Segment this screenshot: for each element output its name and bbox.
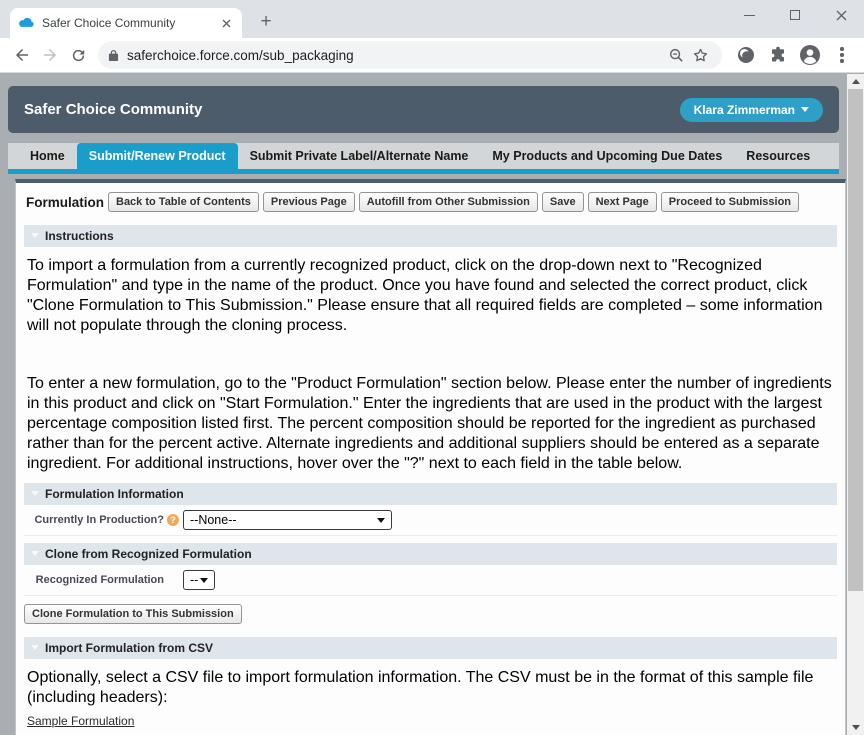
url-text[interactable]: saferchoice.force.com/sub_packaging: [127, 48, 664, 63]
back-to-toc-button[interactable]: Back to Table of Contents: [108, 192, 259, 212]
selected-value: --None--: [190, 513, 237, 527]
forward-icon[interactable]: [36, 41, 64, 69]
zoom-out-icon[interactable]: [664, 43, 688, 67]
close-icon[interactable]: [818, 0, 864, 30]
disclosure-triangle-icon: [31, 551, 39, 556]
window-controls: [726, 0, 864, 30]
disclosure-triangle-icon: [31, 645, 39, 650]
scrollbar-down-icon[interactable]: [847, 720, 864, 735]
instructions-paragraph-1: To import a formulation from a currently…: [27, 257, 823, 334]
user-name: Klara Zimmerman: [693, 102, 795, 117]
help-icon[interactable]: ?: [167, 514, 179, 526]
currently-in-production-row: Currently In Production? ? --None--: [24, 505, 837, 536]
main-nav: Home Submit/Renew Product Submit Private…: [8, 143, 839, 169]
bookmark-star-icon[interactable]: [688, 43, 712, 67]
chevron-down-icon: [377, 517, 385, 523]
browser-tab[interactable]: Safer Choice Community: [10, 8, 242, 38]
autofill-button[interactable]: Autofill from Other Submission: [358, 192, 538, 212]
vertical-scrollbar[interactable]: [847, 74, 864, 735]
minimize-icon[interactable]: [726, 0, 772, 30]
tab-submit-private-label[interactable]: Submit Private Label/Alternate Name: [238, 143, 481, 169]
tab-resources[interactable]: Resources: [734, 143, 822, 169]
currently-in-production-select[interactable]: --None--: [183, 510, 392, 530]
tab-home[interactable]: Home: [18, 143, 77, 169]
section-instructions[interactable]: Instructions: [24, 225, 837, 247]
formulation-panel: Formulation Back to Table of Contents Pr…: [15, 179, 846, 735]
page-action-buttons: Back to Table of Contents Previous Page …: [104, 192, 847, 212]
page-viewport: Safer Choice Community Klara Zimmerman H…: [0, 74, 847, 735]
section-instructions-title: Instructions: [45, 229, 114, 243]
maximize-icon[interactable]: [772, 0, 818, 30]
section-import-csv[interactable]: Import Formulation from CSV: [24, 637, 837, 659]
section-clone-from-recognized[interactable]: Clone from Recognized Formulation: [24, 543, 837, 565]
save-button[interactable]: Save: [541, 192, 584, 212]
extensions-puzzle-icon[interactable]: [764, 41, 792, 69]
section-import-csv-title: Import Formulation from CSV: [45, 641, 213, 655]
nav-active-underline: [8, 169, 839, 174]
address-bar[interactable]: saferchoice.force.com/sub_packaging: [98, 41, 722, 69]
tab-title: Safer Choice Community: [42, 16, 176, 30]
refresh-icon[interactable]: [64, 41, 92, 69]
page-title: Formulation: [26, 194, 104, 210]
clone-formulation-button[interactable]: Clone Formulation to This Submission: [24, 604, 242, 624]
community-title: Safer Choice Community: [24, 101, 203, 118]
browser-toolbar: saferchoice.force.com/sub_packaging: [0, 38, 864, 73]
section-clone-title: Clone from Recognized Formulation: [45, 547, 252, 561]
chevron-down-icon: [801, 107, 809, 112]
browser-tabstrip: Safer Choice Community +: [0, 0, 864, 38]
profile-avatar-icon[interactable]: [796, 41, 824, 69]
back-icon[interactable]: [8, 41, 36, 69]
chevron-down-icon: [200, 577, 208, 583]
csv-description: Optionally, select a CSV file to import …: [27, 669, 814, 706]
recognized-formulation-row: Recognized Formulation --: [24, 565, 837, 596]
currently-in-production-label: Currently In Production?: [34, 514, 164, 526]
new-tab-button[interactable]: +: [254, 10, 278, 34]
section-formulation-information[interactable]: Formulation Information: [24, 483, 837, 505]
recognized-formulation-select[interactable]: --: [183, 570, 215, 590]
extension-circle-icon[interactable]: [732, 41, 760, 69]
community-header: Safer Choice Community Klara Zimmerman: [8, 86, 839, 133]
scrollbar-thumb[interactable]: [848, 89, 863, 592]
next-page-button[interactable]: Next Page: [587, 192, 657, 212]
instructions-paragraph-2: To enter a new formulation, go to the "P…: [27, 375, 832, 472]
kebab-menu-icon[interactable]: [828, 41, 856, 69]
section-formulation-information-title: Formulation Information: [45, 487, 184, 501]
sample-formulation-link[interactable]: Sample Formulation: [27, 714, 134, 728]
tab-close-icon[interactable]: [218, 15, 234, 31]
proceed-to-submission-button[interactable]: Proceed to Submission: [660, 192, 800, 212]
disclosure-triangle-icon: [31, 491, 39, 496]
scrollbar-up-icon[interactable]: [847, 74, 864, 89]
favicon-cloud-icon: [18, 17, 35, 29]
tab-submit-renew-product[interactable]: Submit/Renew Product: [76, 143, 238, 169]
selected-value: --: [190, 573, 199, 587]
panel-title-row: Formulation Back to Table of Contents Pr…: [24, 189, 837, 218]
tab-my-products[interactable]: My Products and Upcoming Due Dates: [480, 143, 734, 169]
user-menu-button[interactable]: Klara Zimmerman: [679, 97, 823, 122]
lock-icon[interactable]: [108, 49, 119, 62]
disclosure-triangle-icon: [31, 233, 39, 238]
recognized-formulation-label: Recognized Formulation: [35, 574, 164, 586]
clone-button-row: Clone Formulation to This Submission: [24, 596, 837, 630]
previous-page-button[interactable]: Previous Page: [262, 192, 355, 212]
